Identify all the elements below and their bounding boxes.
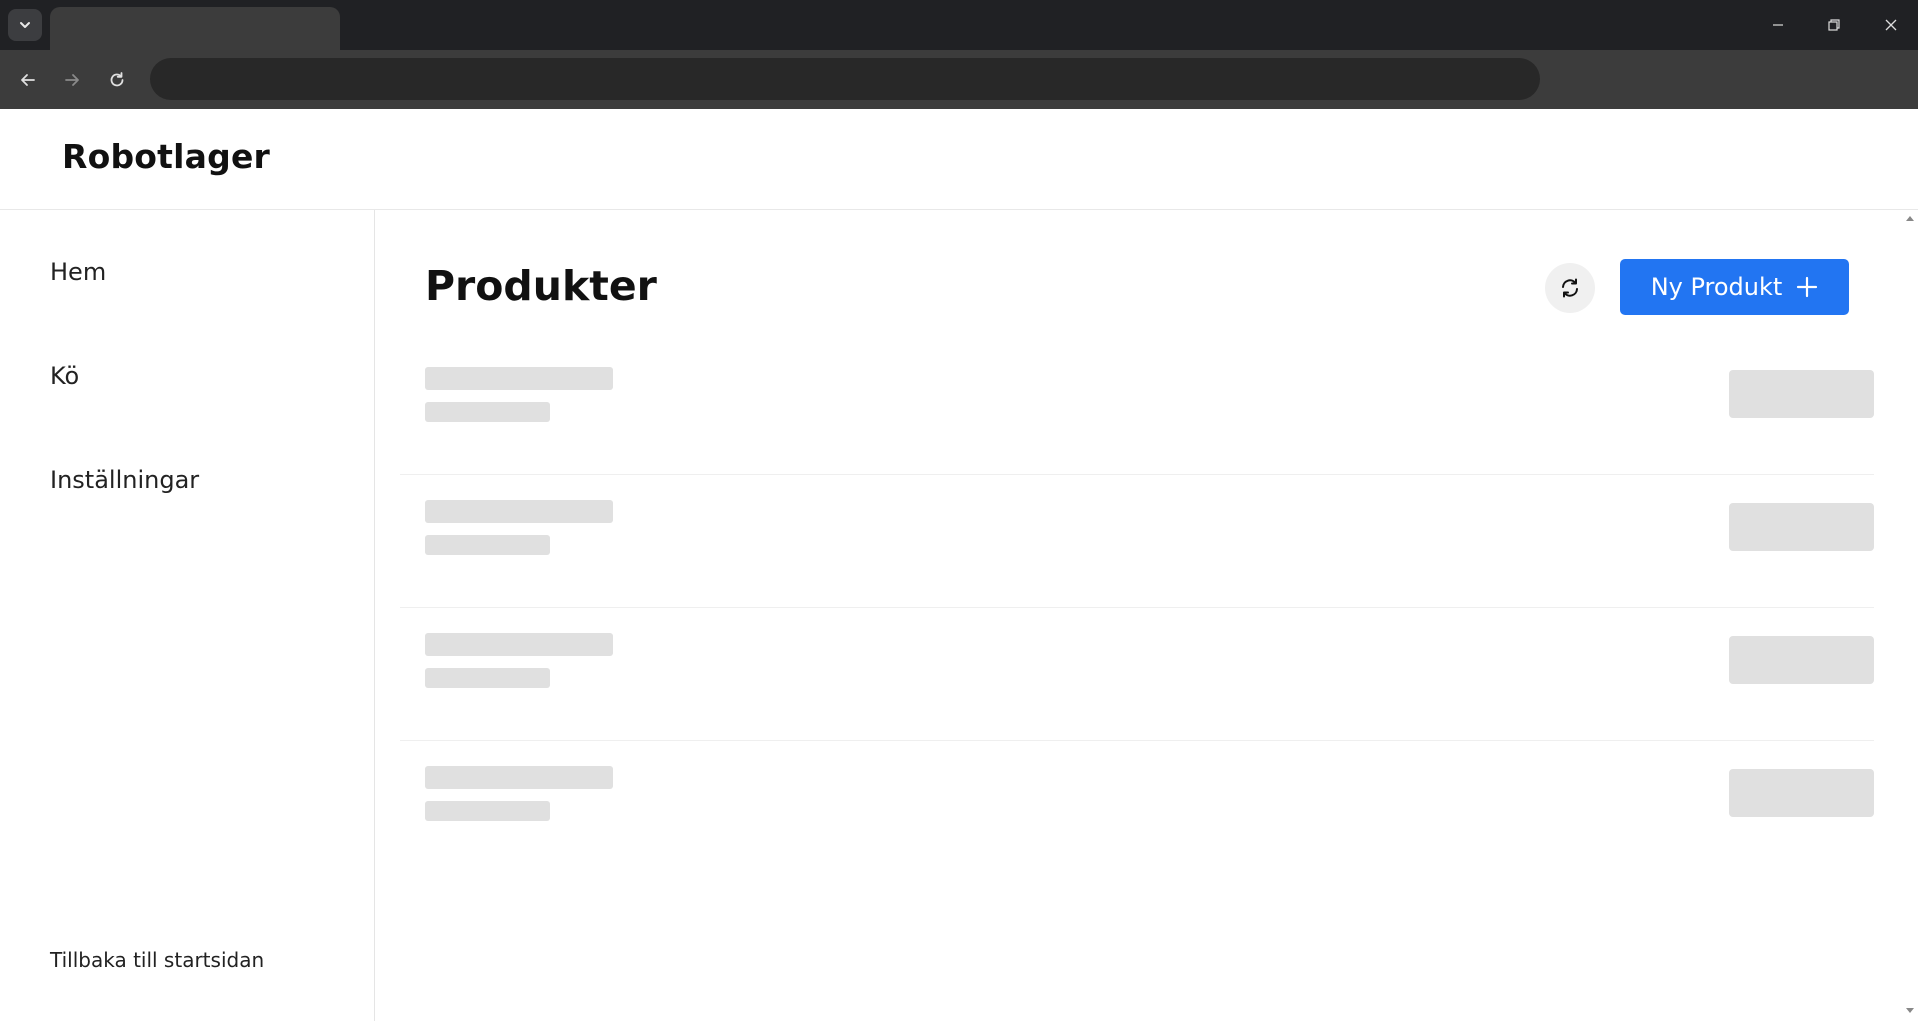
arrow-right-icon — [65, 74, 79, 86]
minimize-icon — [1773, 24, 1783, 26]
brand-title[interactable]: Robotlager — [62, 137, 270, 176]
skeleton-action — [1729, 370, 1874, 418]
skeleton-subtitle — [425, 402, 550, 422]
browser-tab[interactable] — [50, 7, 340, 50]
scrollbar[interactable] — [1901, 210, 1918, 1021]
skeleton-row — [400, 475, 1874, 608]
reload-button[interactable] — [103, 66, 131, 94]
scroll-down-icon[interactable] — [1906, 1008, 1914, 1013]
sidebar-item-hem[interactable]: Hem — [50, 258, 106, 286]
new-product-label: Ny Produkt — [1650, 273, 1783, 301]
app-header: Robotlager — [0, 109, 1918, 210]
tab-search-button[interactable] — [8, 9, 42, 41]
reload-icon — [110, 72, 124, 87]
skeleton-title — [425, 766, 613, 789]
minimize-button[interactable] — [1758, 10, 1798, 40]
skeleton-row — [400, 342, 1874, 475]
refresh-icon — [1562, 278, 1578, 298]
back-button[interactable] — [14, 66, 42, 94]
refresh-button[interactable] — [1545, 263, 1595, 313]
close-icon — [1885, 19, 1897, 31]
skeleton-title — [425, 367, 613, 390]
skeleton-action — [1729, 636, 1874, 684]
skeleton-action — [1729, 503, 1874, 551]
back-to-start-link[interactable]: Tillbaka till startsidan — [50, 948, 264, 972]
page-title: Produkter — [425, 262, 657, 310]
forward-button[interactable] — [58, 66, 86, 94]
skeleton-subtitle — [425, 668, 550, 688]
restore-icon — [1828, 19, 1840, 31]
skeleton-title — [425, 633, 613, 656]
sidebar: Hem Kö Inställningar Tillbaka till start… — [0, 210, 375, 1021]
sidebar-item-ko[interactable]: Kö — [50, 362, 79, 390]
skeleton-row — [400, 608, 1874, 741]
skeleton-action — [1729, 769, 1874, 817]
sidebar-item-installningar[interactable]: Inställningar — [50, 466, 199, 494]
skeleton-subtitle — [425, 801, 550, 821]
skeleton-subtitle — [425, 535, 550, 555]
restore-button[interactable] — [1814, 10, 1854, 40]
product-list — [400, 342, 1874, 873]
address-bar[interactable] — [150, 58, 1540, 100]
close-window-button[interactable] — [1871, 10, 1911, 40]
skeleton-title — [425, 500, 613, 523]
scroll-up-icon[interactable] — [1906, 216, 1914, 221]
chevron-down-icon — [20, 22, 30, 28]
skeleton-row — [400, 741, 1874, 873]
main-content: Produkter Ny Produkt — [375, 210, 1901, 1021]
browser-tab-bar — [0, 0, 1918, 50]
arrow-left-icon — [21, 74, 35, 86]
new-product-button[interactable]: Ny Produkt — [1620, 259, 1849, 315]
plus-icon — [1797, 276, 1818, 298]
